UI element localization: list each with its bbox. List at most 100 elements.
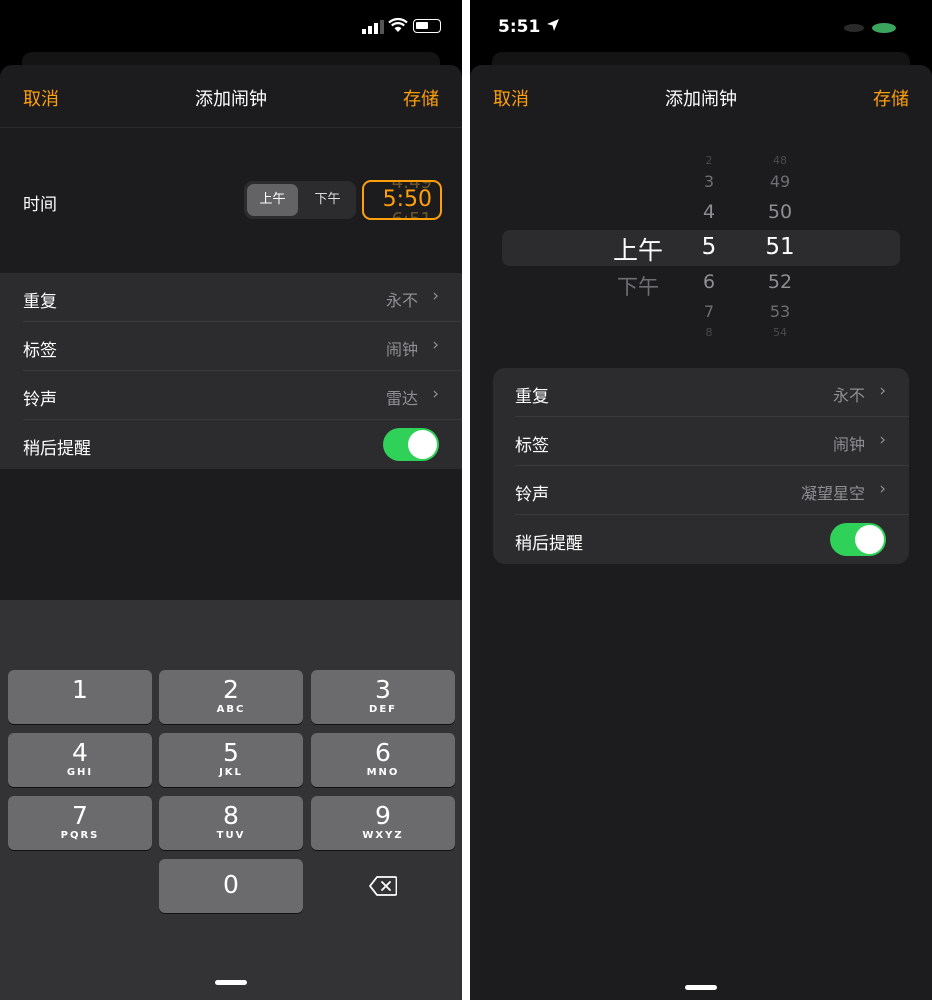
label-value: 闹钟	[832, 435, 865, 454]
key-7[interactable]: 7 PQRS	[8, 796, 152, 850]
repeat-value: 永不	[832, 386, 865, 405]
picker-hour: 2	[705, 154, 713, 167]
key-9[interactable]: 9 WXYZ	[311, 796, 455, 850]
pm-option[interactable]: 下午	[302, 184, 353, 216]
label-value: 闹钟	[385, 340, 418, 359]
picker-hour: 7	[703, 302, 715, 321]
location-arrow-icon	[547, 19, 559, 31]
nav-bar: 取消 添加闹钟 存储	[470, 65, 932, 127]
picker-hour: 3	[703, 172, 715, 191]
picker-hour: 4	[702, 201, 716, 223]
snooze-row: 稍后提醒	[0, 420, 462, 469]
repeat-value: 永不	[385, 291, 418, 310]
picker-minute: 49	[769, 172, 791, 191]
delete-backspace-icon	[369, 876, 398, 896]
key-6[interactable]: 6 MNO	[311, 733, 455, 787]
settings-list: 重复 永不 › 标签 闹钟 › 铃声 雷达 › 稍后提醒	[0, 273, 462, 469]
chevron-right-icon: ›	[879, 381, 886, 401]
delete-key[interactable]	[311, 859, 455, 913]
picker-hour: 6	[702, 271, 716, 293]
key-2[interactable]: 2 ABC	[159, 670, 303, 724]
snooze-row: 稍后提醒	[493, 515, 909, 564]
key-letters: ABC	[216, 704, 246, 715]
status-bar	[0, 0, 462, 56]
label-label: 标签	[515, 436, 549, 456]
key-5[interactable]: 5 JKL	[159, 733, 303, 787]
sound-label: 铃声	[515, 485, 549, 505]
status-bar: 5:51	[470, 0, 932, 56]
key-3[interactable]: 3 DEF	[311, 670, 455, 724]
chevron-right-icon: ›	[879, 479, 886, 499]
snooze-toggle[interactable]	[830, 523, 886, 556]
key-digit: 8	[223, 801, 239, 830]
key-1[interactable]: 1	[8, 670, 152, 724]
chevron-right-icon: ›	[432, 384, 439, 404]
key-digit: 3	[375, 675, 391, 704]
key-4[interactable]: 4 GHI	[8, 733, 152, 787]
time-row: 时间 上午 下午 4:49 5:50 6:51	[0, 127, 462, 273]
picker-minute: 54	[773, 326, 787, 339]
battery-icon	[413, 19, 441, 33]
snooze-label: 稍后提醒	[23, 439, 91, 459]
key-digit: 2	[223, 675, 239, 704]
sound-row[interactable]: 铃声 雷达 ›	[0, 371, 462, 420]
snooze-toggle[interactable]	[383, 428, 439, 461]
am-pm-segmented-control: 上午 下午	[244, 181, 356, 219]
picker-minute: 50	[767, 201, 793, 223]
am-option[interactable]: 上午	[247, 184, 298, 216]
picker-minute-selected: 51	[765, 234, 795, 260]
repeat-label: 重复	[23, 292, 57, 312]
sound-row[interactable]: 铃声 凝望星空 ›	[493, 466, 909, 515]
nav-bar: 取消 添加闹钟 存储	[0, 65, 462, 127]
picker-minute: 53	[769, 302, 791, 321]
time-input[interactable]: 4:49 5:50 6:51	[362, 180, 442, 220]
picker-hour-selected: 5	[701, 234, 717, 260]
key-letters: GHI	[66, 767, 94, 778]
picker-minute: 52	[767, 271, 793, 293]
picker-ampm-selected: 上午	[612, 236, 663, 265]
picker-minute: 48	[773, 154, 787, 167]
status-icons-blurred	[844, 23, 896, 33]
key-digit: 6	[375, 738, 391, 767]
add-alarm-sheet: 取消 添加闹钟 存储 上午 下午 2 3 4 5 6 7 8 48 49 50 …	[470, 65, 932, 1000]
key-letters: MNO	[366, 767, 400, 778]
key-digit: 4	[72, 738, 88, 767]
key-letters: DEF	[369, 704, 397, 715]
repeat-row[interactable]: 重复 永不 ›	[0, 273, 462, 322]
chevron-right-icon: ›	[879, 430, 886, 450]
sound-value: 雷达	[385, 389, 418, 408]
time-label: 时间	[23, 195, 57, 215]
time-ghost-below: 6:51	[391, 209, 432, 220]
key-letters: TUV	[216, 830, 246, 841]
home-indicator[interactable]	[685, 985, 717, 990]
page-title: 添加闹钟	[195, 89, 267, 110]
label-row[interactable]: 标签 闹钟 ›	[493, 417, 909, 466]
save-button[interactable]: 存储	[873, 85, 909, 111]
right-phone-screen: 5:51 取消 添加闹钟 存储 上午 下午 2 3 4 5 6 7 8 48 4…	[470, 0, 932, 1000]
time-wheel-picker[interactable]: 上午 下午 2 3 4 5 6 7 8 48 49 50 51 52 53 54	[470, 135, 932, 340]
save-button[interactable]: 存储	[403, 85, 439, 111]
key-digit: 5	[223, 738, 239, 767]
chevron-right-icon: ›	[432, 335, 439, 355]
picker-hour: 8	[705, 326, 713, 339]
repeat-label: 重复	[515, 387, 549, 407]
cellular-signal-icon	[362, 20, 384, 34]
label-row[interactable]: 标签 闹钟 ›	[0, 322, 462, 371]
number-keypad: 1 2 ABC 3 DEF 4 GHI 5 JKL 6 MNO 7 PQRS 8	[0, 600, 462, 1000]
status-time: 5:51	[498, 17, 541, 37]
home-indicator[interactable]	[215, 980, 247, 985]
key-0[interactable]: 0	[159, 859, 303, 913]
sound-label: 铃声	[23, 390, 57, 410]
wifi-icon	[388, 17, 408, 32]
key-8[interactable]: 8 TUV	[159, 796, 303, 850]
key-digit: 9	[375, 801, 391, 830]
page-title: 添加闹钟	[665, 89, 737, 110]
picker-ampm-option: 下午	[617, 275, 659, 299]
key-digit: 0	[223, 870, 239, 899]
label-label: 标签	[23, 341, 57, 361]
sound-value: 凝望星空	[800, 484, 865, 503]
chevron-right-icon: ›	[432, 286, 439, 306]
repeat-row[interactable]: 重复 永不 ›	[493, 368, 909, 417]
key-letters: WXYZ	[362, 830, 404, 841]
key-digit: 1	[72, 675, 88, 704]
